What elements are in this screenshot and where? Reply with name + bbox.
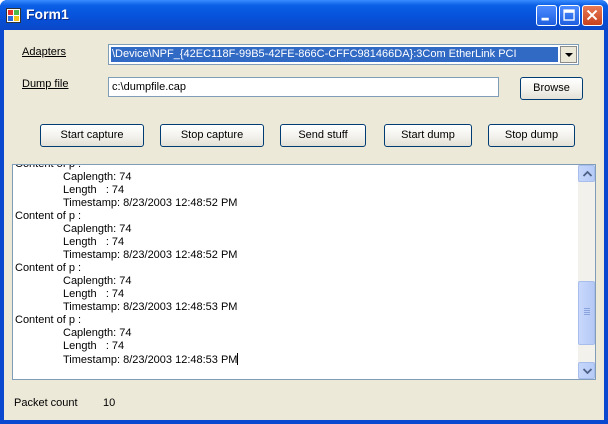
maximize-button[interactable] — [559, 5, 580, 26]
log-line: Length : 74 — [63, 236, 125, 248]
dump-file-input[interactable]: c:\dumpfile.cap — [108, 77, 499, 97]
packet-count-value: 10 — [103, 397, 116, 409]
packet-log-textbox[interactable]: Content of p : Caplength: 74 Length : 74 Ti… — [12, 164, 596, 380]
start-dump-button[interactable]: Start dump — [384, 124, 472, 147]
send-stuff-button[interactable]: Send stuff — [280, 124, 366, 147]
adapters-label: Adapters — [22, 46, 67, 58]
window-frame-bottom — [0, 420, 608, 424]
window-frame-right — [604, 30, 608, 424]
stop-capture-button[interactable]: Stop capture — [160, 124, 264, 147]
chevron-down-icon — [583, 368, 592, 374]
form-client-area: Adapters \Device\NPF_{42EC118F-99B5-42FE… — [4, 30, 604, 420]
log-line: Timestamp: 8/23/2003 12:48:52 PM — [63, 249, 238, 261]
start-capture-button[interactable]: Start capture — [40, 124, 144, 147]
application-window: Form1 Adapters \Device\NPF_{42EC118F-99B… — [0, 0, 608, 424]
close-button[interactable] — [582, 5, 603, 26]
log-line: Caplength: 74 — [63, 171, 132, 183]
scrollbar-thumb[interactable] — [578, 280, 595, 345]
scroll-down-button[interactable] — [578, 362, 595, 379]
log-line: Caplength: 74 — [63, 223, 132, 235]
windows-form-icon[interactable] — [6, 8, 21, 23]
log-line: Timestamp: 8/23/2003 12:48:53 PM — [63, 353, 239, 366]
vertical-scrollbar[interactable] — [578, 165, 595, 379]
close-icon — [586, 9, 598, 21]
maximize-icon — [563, 9, 575, 21]
text-caret — [237, 353, 239, 365]
log-line: Content of p : — [15, 210, 82, 222]
log-line: Length : 74 — [63, 340, 125, 352]
log-line: Timestamp: 8/23/2003 12:48:52 PM — [63, 197, 238, 209]
chevron-up-icon — [583, 171, 592, 177]
minimize-button[interactable] — [536, 5, 557, 26]
chevron-down-icon[interactable] — [560, 46, 577, 63]
log-line: Length : 74 — [63, 184, 125, 196]
log-line: Caplength: 74 — [63, 275, 132, 287]
log-line: Content of p : — [15, 262, 82, 274]
stop-dump-button[interactable]: Stop dump — [488, 124, 575, 147]
log-line: Timestamp: 8/23/2003 12:48:53 PM — [63, 301, 238, 313]
adapters-dropdown[interactable]: \Device\NPF_{42EC118F-99B5-42FE-866C-CFF… — [108, 44, 579, 65]
packet-count-label: Packet count — [14, 397, 78, 409]
adapters-selected-value: \Device\NPF_{42EC118F-99B5-42FE-866C-CFF… — [111, 47, 558, 62]
title-bar[interactable]: Form1 — [0, 0, 608, 30]
scroll-up-button[interactable] — [578, 165, 595, 182]
log-line: Length : 74 — [63, 288, 125, 300]
log-line: Content of p : — [15, 164, 82, 170]
log-line: Caplength: 74 — [63, 327, 132, 339]
dump-file-label: Dump file — [22, 78, 69, 90]
window-title: Form1 — [26, 6, 69, 22]
minimize-icon — [541, 17, 549, 21]
log-line: Content of p : — [15, 314, 82, 326]
browse-button[interactable]: Browse — [520, 77, 583, 100]
log-content: Content of p : Caplength: 74 Length : 74 Ti… — [15, 164, 575, 366]
